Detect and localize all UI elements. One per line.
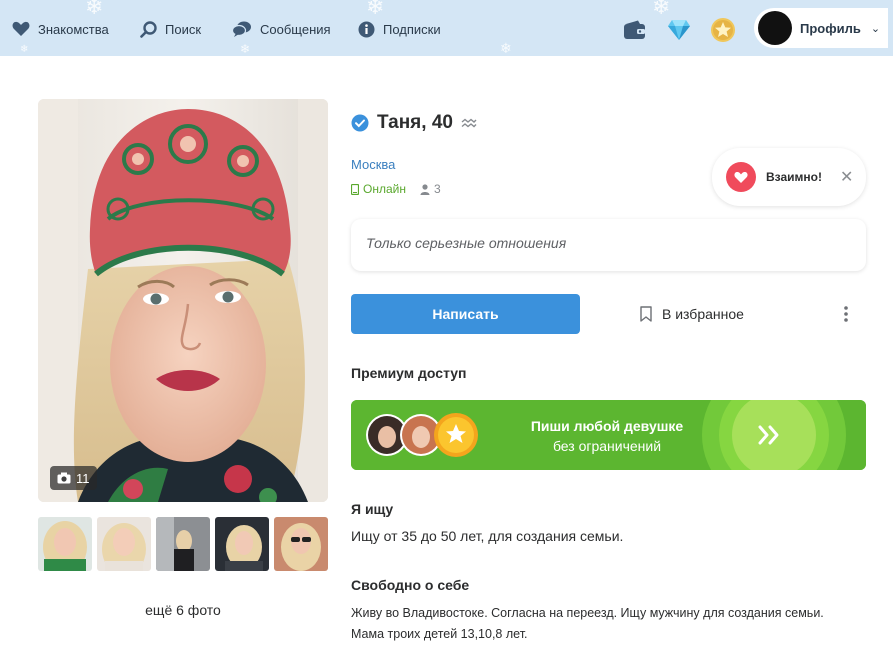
nav-item-dating[interactable]: Знакомства — [12, 19, 109, 39]
profile-label: Профиль — [800, 20, 861, 36]
thumbnail-image — [38, 517, 92, 571]
thumbnail-image — [156, 517, 210, 571]
premium-line-1: Пиши любой девушке — [530, 418, 684, 434]
premium-banner-text: Пиши любой девушке без ограничений — [512, 416, 702, 456]
main-profile-photo[interactable] — [38, 99, 328, 502]
wallet-button[interactable] — [622, 17, 648, 43]
info-icon — [358, 21, 375, 37]
verified-check-icon — [351, 114, 369, 132]
user-icon — [420, 183, 430, 195]
viewers-count: 3 — [420, 182, 441, 196]
camera-icon — [57, 472, 71, 484]
nav-item-search[interactable]: Поиск — [140, 19, 201, 39]
looking-for-title: Я ищу — [351, 501, 394, 517]
mutual-like-badge: Взаимно! ✕ — [712, 148, 866, 206]
heart-icon — [726, 162, 756, 192]
looking-for-text: Ищу от 35 до 50 лет, для создания семьи. — [351, 528, 624, 544]
nav-item-label: Сообщения — [260, 21, 331, 37]
diamond-icon — [668, 20, 690, 40]
chevron-down-icon: ⌄ — [870, 22, 881, 35]
about-text: Живу во Владивостоке. Согласна на переез… — [351, 603, 871, 645]
viewers-count-value: 3 — [433, 182, 441, 196]
online-label: Онлайн — [363, 182, 406, 196]
add-to-favorites-button[interactable]: В избранное — [640, 303, 744, 325]
thumbnail-image — [97, 517, 151, 571]
photo-thumbnail[interactable] — [274, 517, 328, 571]
mobile-icon — [351, 183, 359, 195]
write-message-button[interactable]: Написать — [351, 294, 580, 334]
profile-name-age: Таня, 40 — [377, 112, 453, 133]
profile-status-row: Онлайн 3 — [351, 181, 441, 197]
more-vertical-icon — [844, 306, 848, 322]
top-navigation-bar: ❄ ❄ ❄ ❄ ❄ ❄ Знакомства Поиск Сообщения П… — [0, 0, 893, 56]
thumbnail-image — [274, 517, 328, 571]
premium-section-title: Премиум доступ — [351, 365, 467, 381]
favorites-label: В избранное — [662, 306, 744, 322]
profile-photo-image — [38, 99, 328, 502]
profile-header: Таня, 40 — [351, 110, 477, 136]
bookmark-icon — [640, 306, 652, 322]
star-icon — [711, 18, 735, 42]
online-status: Онлайн — [351, 182, 406, 196]
nav-item-subscriptions[interactable]: Подписки — [358, 19, 441, 39]
profile-menu-button[interactable]: Профиль ⌄ — [754, 8, 888, 48]
photo-thumbnail[interactable] — [38, 517, 92, 571]
avatar — [758, 11, 792, 45]
close-icon[interactable]: ✕ — [840, 167, 853, 187]
photo-count-value: 11 — [76, 470, 90, 486]
search-icon — [140, 20, 157, 38]
photo-thumbnail[interactable] — [97, 517, 151, 571]
profile-city: Москва — [351, 157, 396, 172]
photo-thumbnail[interactable] — [215, 517, 269, 571]
about-line-2: Мама троих детей 13,10,8 лет. — [351, 627, 528, 641]
more-options-button[interactable] — [836, 303, 856, 325]
diamond-button[interactable] — [666, 17, 692, 43]
more-photos-link[interactable]: ещё 6 фото — [38, 602, 328, 618]
about-line-1: Живу во Владивостоке. Согласна на переез… — [351, 606, 824, 620]
nav-item-label: Знакомства — [38, 21, 109, 37]
relationship-intent: Только серьезные отношения — [351, 219, 866, 271]
about-title: Свободно о себе — [351, 577, 470, 593]
photo-thumbnails — [38, 517, 328, 571]
nav-item-messages[interactable]: Сообщения — [232, 19, 331, 39]
photo-thumbnail[interactable] — [156, 517, 210, 571]
star-button[interactable] — [710, 17, 736, 43]
nav-item-label: Подписки — [383, 21, 441, 37]
mutual-label: Взаимно! — [766, 170, 822, 184]
photo-count-badge[interactable]: 11 — [50, 466, 97, 490]
nav-item-label: Поиск — [165, 21, 202, 37]
zodiac-aquarius-icon — [461, 118, 477, 128]
thumbnail-image — [215, 517, 269, 571]
chat-icon — [232, 21, 251, 37]
premium-banner[interactable]: Пиши любой девушке без ограничений — [351, 400, 866, 470]
wallet-icon — [624, 20, 645, 39]
heart-icon — [12, 21, 30, 36]
premium-line-2: без ограничений — [552, 438, 662, 454]
